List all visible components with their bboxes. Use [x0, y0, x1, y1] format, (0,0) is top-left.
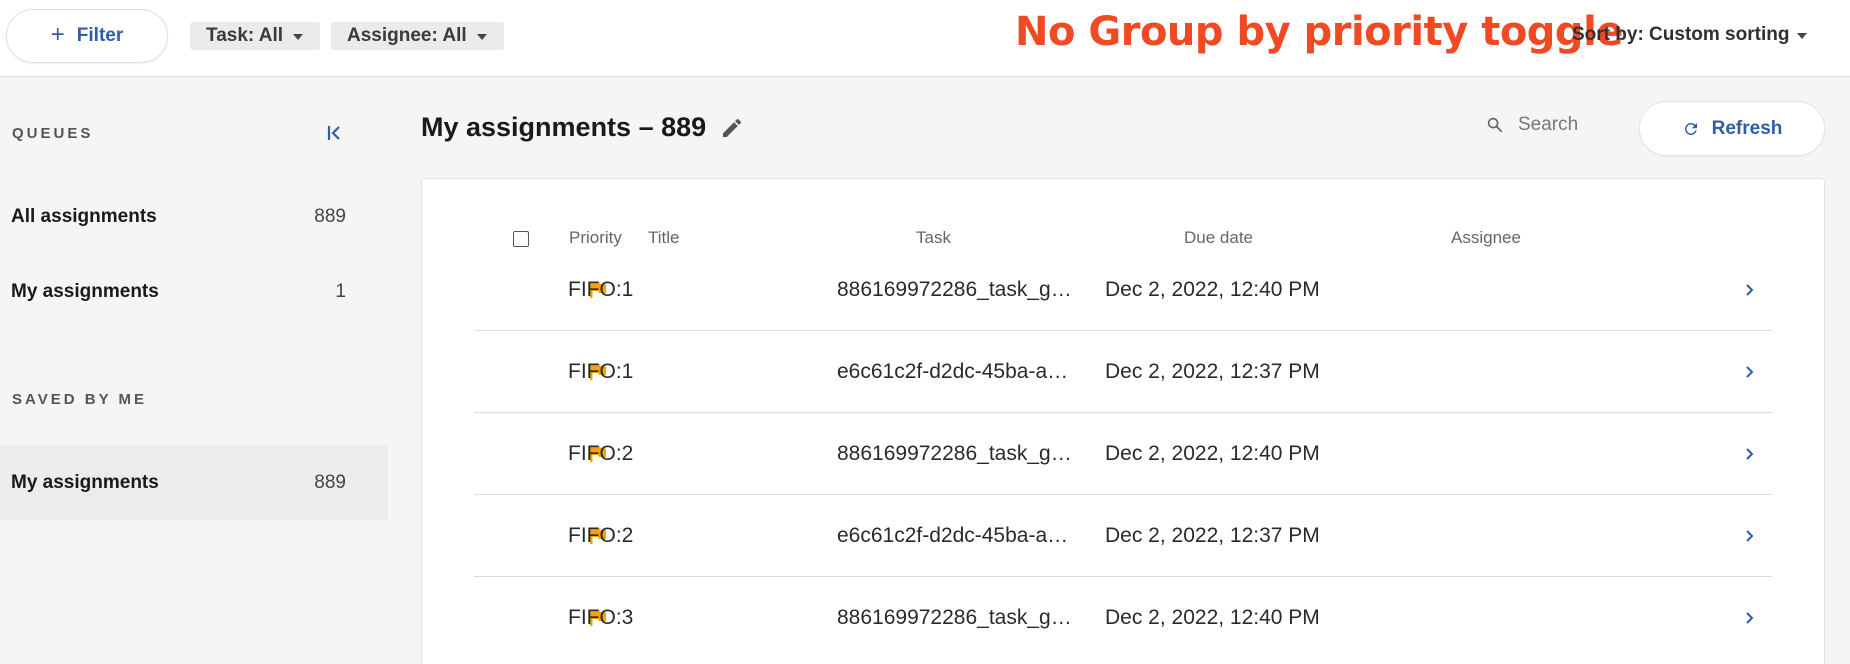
cell-title: FIFO:3	[568, 606, 634, 629]
filter-button-label: Filter	[76, 25, 124, 46]
collapse-sidebar-button[interactable]	[324, 122, 346, 144]
chevron-right-icon[interactable]	[1743, 363, 1757, 381]
sidebar-item-label: My assignments	[11, 472, 159, 493]
sidebar-item-count: 889	[314, 472, 346, 493]
sidebar-item-saved-my-assignments[interactable]: My assignments 889	[0, 446, 388, 520]
assignments-table: Priority Title Task Due date Assignee FI…	[421, 178, 1825, 664]
page-title: My assignments – 889	[421, 112, 707, 142]
assignee-filter-label: Assignee: All	[347, 25, 467, 46]
cell-due-date: Dec 2, 2022, 12:40 PM	[1105, 606, 1320, 629]
task-filter-dropdown[interactable]: Task: All	[190, 22, 320, 50]
cell-task: 886169972286_task_g…	[837, 606, 1072, 629]
cell-task: e6c61c2f-d2dc-45ba-a…	[837, 360, 1069, 383]
cell-task: e6c61c2f-d2dc-45ba-a…	[837, 524, 1069, 547]
caret-down-icon	[476, 34, 487, 40]
table-row[interactable]: FIFO:1 886169972286_task_g… Dec 2, 2022,…	[474, 249, 1772, 331]
chevron-right-icon[interactable]	[1743, 609, 1757, 627]
cell-task: 886169972286_task_g…	[837, 442, 1072, 465]
refresh-button-label: Refresh	[1711, 117, 1783, 139]
search-placeholder: Search	[1518, 114, 1579, 135]
cell-due-date: Dec 2, 2022, 12:37 PM	[1105, 360, 1320, 383]
column-header-title[interactable]: Title	[648, 228, 680, 248]
sidebar-item-count: 1	[335, 281, 346, 302]
table-row[interactable]: FIFO:3 886169972286_task_g… Dec 2, 2022,…	[474, 577, 1772, 659]
cell-title: FIFO:2	[568, 442, 634, 465]
column-header-assignee[interactable]: Assignee	[1451, 228, 1521, 248]
cell-task: 886169972286_task_g…	[837, 278, 1072, 301]
plus-icon: +	[50, 21, 65, 48]
cell-title: FIFO:1	[568, 360, 634, 383]
sidebar-item-all-assignments[interactable]: All assignments 889	[0, 180, 388, 254]
queues-section-title: QUEUES	[12, 125, 94, 142]
column-header-priority[interactable]: Priority	[569, 228, 622, 248]
column-header-due-date[interactable]: Due date	[1184, 228, 1253, 248]
sort-label: Sort by: Custom sorting	[1572, 24, 1790, 45]
table-row[interactable]: FIFO:2 e6c61c2f-d2dc-45ba-a… Dec 2, 2022…	[474, 495, 1772, 577]
sidebar-item-label: All assignments	[11, 206, 157, 227]
sidebar-item-my-assignments[interactable]: My assignments 1	[0, 255, 388, 329]
caret-down-icon	[293, 34, 304, 40]
chevron-right-icon[interactable]	[1743, 445, 1757, 463]
queues-sidebar: QUEUES All assignments 889 My assignment…	[0, 78, 392, 664]
chevron-right-icon[interactable]	[1743, 527, 1757, 545]
search-input[interactable]: Search	[1486, 114, 1578, 136]
select-all-checkbox[interactable]	[513, 231, 529, 247]
sidebar-item-count: 889	[314, 206, 346, 227]
sort-dropdown[interactable]: Sort by: Custom sorting	[1572, 24, 1808, 46]
top-toolbar: + Filter Task: All Assignee: All No Grou…	[0, 0, 1850, 77]
chevron-right-icon[interactable]	[1743, 281, 1757, 299]
search-icon	[1487, 117, 1503, 133]
refresh-icon	[1684, 122, 1697, 135]
pencil-icon[interactable]	[720, 116, 744, 140]
cell-title: FIFO:2	[568, 524, 634, 547]
cell-due-date: Dec 2, 2022, 12:40 PM	[1105, 278, 1320, 301]
cell-title: FIFO:1	[568, 278, 634, 301]
annotation-text: No Group by priority toggle	[1015, 9, 1623, 55]
saved-section-title: SAVED BY ME	[12, 391, 147, 408]
sidebar-item-label: My assignments	[11, 281, 159, 302]
assignee-filter-dropdown[interactable]: Assignee: All	[331, 22, 504, 50]
refresh-button[interactable]: Refresh	[1639, 101, 1825, 156]
table-row[interactable]: FIFO:1 e6c61c2f-d2dc-45ba-a… Dec 2, 2022…	[474, 331, 1772, 413]
collapse-left-icon	[327, 126, 340, 140]
column-header-task[interactable]: Task	[916, 228, 951, 248]
caret-down-icon	[1797, 33, 1808, 39]
cell-due-date: Dec 2, 2022, 12:37 PM	[1105, 524, 1320, 547]
cell-due-date: Dec 2, 2022, 12:40 PM	[1105, 442, 1320, 465]
table-row[interactable]: FIFO:2 886169972286_task_g… Dec 2, 2022,…	[474, 413, 1772, 495]
task-filter-label: Task: All	[206, 25, 284, 46]
page-title-container: My assignments – 889	[421, 112, 744, 143]
filter-button[interactable]: + Filter	[6, 9, 168, 63]
